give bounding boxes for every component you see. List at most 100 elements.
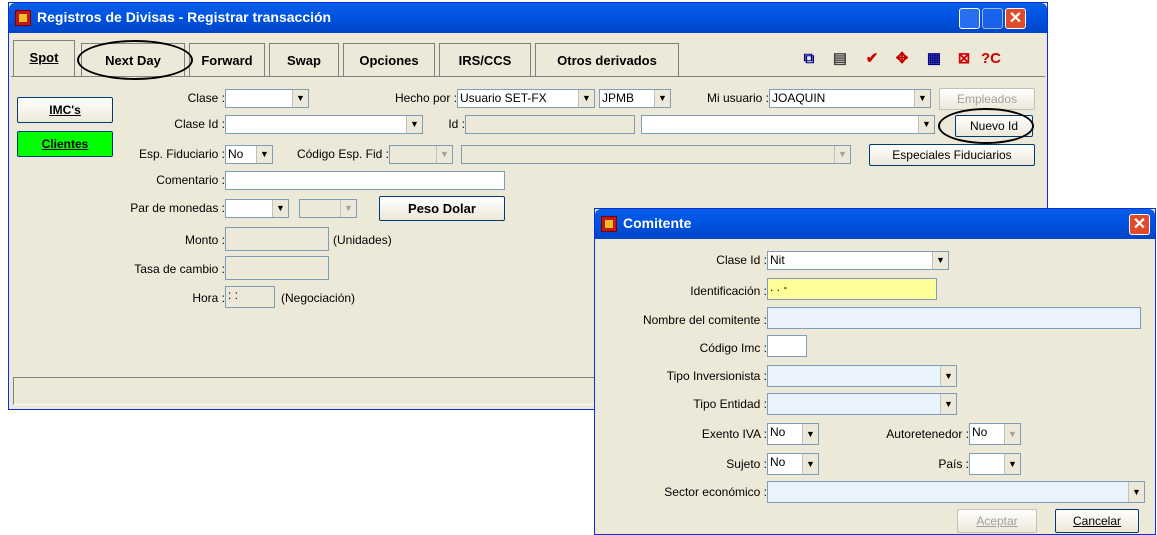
autoretenedor-select[interactable]: No ▼ (969, 423, 1021, 445)
tab-opciones[interactable]: Opciones (343, 43, 435, 77)
chevron-down-icon: ▼ (802, 454, 818, 474)
tipo-entidad-select[interactable]: ▼ (767, 393, 957, 415)
nombre-comitente-field[interactable] (767, 307, 1141, 329)
exento-iva-select[interactable]: No ▼ (767, 423, 819, 445)
chevron-down-icon: ▼ (940, 366, 956, 386)
clientes-button[interactable]: Clientes (17, 131, 113, 157)
hora-value: : : (228, 288, 239, 302)
sujeto-label: Sujeto : (726, 457, 767, 471)
especiales-fiduciarios-button[interactable]: Especiales Fiduciarios (869, 144, 1035, 166)
chevron-down-icon: ▼ (436, 146, 452, 163)
chevron-down-icon: ▼ (940, 394, 956, 414)
clase-select[interactable]: ▼ (225, 89, 309, 108)
tab-forward[interactable]: Forward (189, 43, 265, 77)
codigo-imc-field[interactable] (767, 335, 807, 357)
export-icon[interactable]: ⊠ (952, 47, 976, 71)
unidades-text: (Unidades) (333, 233, 392, 247)
chevron-down-icon: ▼ (1004, 424, 1020, 444)
hora-label: Hora : (192, 291, 225, 305)
hora-field[interactable]: : : (225, 286, 275, 308)
chevron-down-icon: ▼ (918, 116, 934, 133)
codigo-esp-fid-label: Código Esp. Fid : (296, 147, 389, 161)
hecho-por-select[interactable]: Usuario SET-FX ▼ (457, 89, 595, 108)
chevron-down-icon: ▼ (578, 90, 594, 107)
exento-iva-value: No (770, 425, 786, 439)
tab-irs-ccs[interactable]: IRS/CCS (439, 43, 531, 77)
chevron-down-icon: ▼ (272, 200, 288, 217)
nombre-comitente-label: Nombre del comitente : (642, 313, 767, 327)
annotation-ellipse-next-day (77, 40, 193, 80)
mi-usuario-select[interactable]: JOAQUIN ▼ (769, 89, 931, 108)
chevron-down-icon: ▼ (932, 252, 948, 269)
tab-otros-derivados[interactable]: Otros derivados (535, 43, 679, 77)
exento-iva-label: Exento IVA : (701, 427, 767, 441)
tasa-field[interactable] (225, 256, 329, 280)
chevron-down-icon: ▼ (1004, 454, 1020, 474)
sector-economico-select[interactable]: ▼ (767, 481, 1145, 503)
sector-economico-label: Sector económico : (664, 485, 767, 499)
tipo-inversionista-select[interactable]: ▼ (767, 365, 957, 387)
close-button[interactable]: ✕ (1005, 8, 1026, 29)
imcs-button[interactable]: IMC's (17, 97, 113, 123)
chevron-down-icon: ▼ (834, 146, 850, 163)
minimize-button[interactable] (959, 8, 980, 29)
hecho-por-second-select[interactable]: JPMB ▼ (599, 89, 671, 108)
chevron-down-icon: ▼ (340, 200, 356, 217)
empleados-button[interactable]: Empleados (939, 88, 1035, 110)
identificacion-value: . . - (770, 280, 788, 294)
monto-label: Monto : (184, 233, 225, 247)
chevron-down-icon: ▼ (802, 424, 818, 444)
pais-select[interactable]: ▼ (969, 453, 1021, 475)
comentario-label: Comentario : (156, 173, 225, 187)
mi-usuario-value: JOAQUIN (772, 91, 826, 105)
clase-id-label: Clase Id : (174, 117, 225, 131)
comentario-field[interactable] (225, 171, 505, 190)
esp-fiduciario-label: Esp. Fiduciario : (138, 147, 225, 161)
tasa-label: Tasa de cambio : (134, 262, 225, 276)
document-icon[interactable]: ▦ (922, 47, 946, 71)
dialog-clase-id-value: Nit (770, 253, 785, 267)
par-monedas-select-1[interactable]: ▼ (225, 199, 289, 218)
help-icon[interactable]: ?C (979, 47, 1003, 71)
chevron-down-icon: ▼ (654, 90, 670, 107)
tab-swap[interactable]: Swap (269, 43, 339, 77)
id-description-select[interactable]: ▼ (641, 115, 935, 134)
esp-fiduciario-value: No (228, 147, 244, 161)
clase-id-select[interactable]: ▼ (225, 115, 423, 134)
dialog-clase-id-label: Clase Id : (716, 253, 767, 267)
dialog-title: Comitente (623, 215, 692, 231)
codigo-esp-fid-select[interactable]: ▼ (389, 145, 453, 164)
app-icon (601, 216, 617, 232)
pais-label: País : (938, 457, 969, 471)
codigo-imc-label: Código Imc : (699, 341, 767, 355)
dialog-titlebar[interactable]: Comitente ✕ (595, 209, 1155, 239)
esp-fiduciario-select[interactable]: No ▼ (225, 145, 273, 164)
maximize-button[interactable] (982, 8, 1003, 29)
comitente-dialog: Comitente ✕ Clase Id : Nit ▼ Identificaci… (594, 208, 1156, 535)
dialog-clase-id-select[interactable]: Nit ▼ (767, 251, 949, 270)
main-titlebar[interactable]: Registros de Divisas - Registrar transac… (9, 3, 1047, 33)
check-icon[interactable]: ✔ (860, 47, 884, 71)
clase-label: Clase : (187, 91, 225, 105)
copy-icon[interactable]: ⧉ (797, 47, 821, 71)
clipboard-icon[interactable]: ▤ (828, 47, 852, 71)
tab-spot[interactable]: Spot (13, 40, 75, 77)
id-label: Id : (448, 117, 465, 131)
par-monedas-select-2[interactable]: ▼ (299, 199, 357, 218)
chevron-down-icon: ▼ (914, 90, 930, 107)
aceptar-button[interactable]: Aceptar (957, 509, 1037, 533)
mi-usuario-label: Mi usuario : (706, 91, 769, 105)
sujeto-select[interactable]: No ▼ (767, 453, 819, 475)
tipo-inversionista-label: Tipo Inversionista : (666, 369, 767, 383)
peso-dolar-button[interactable]: Peso Dolar (379, 196, 505, 221)
close-button[interactable]: ✕ (1129, 214, 1150, 235)
chevron-down-icon: ▼ (292, 90, 308, 107)
esp-fid-description-select[interactable]: ▼ (461, 145, 851, 164)
move-icon[interactable]: ✥ (890, 47, 914, 71)
cancelar-button[interactable]: Cancelar (1055, 509, 1139, 533)
sujeto-value: No (770, 455, 786, 469)
identificacion-field[interactable]: . . - (767, 278, 937, 300)
negociacion-text: (Negociación) (281, 291, 356, 305)
id-field[interactable] (465, 115, 635, 134)
monto-field[interactable] (225, 227, 329, 251)
